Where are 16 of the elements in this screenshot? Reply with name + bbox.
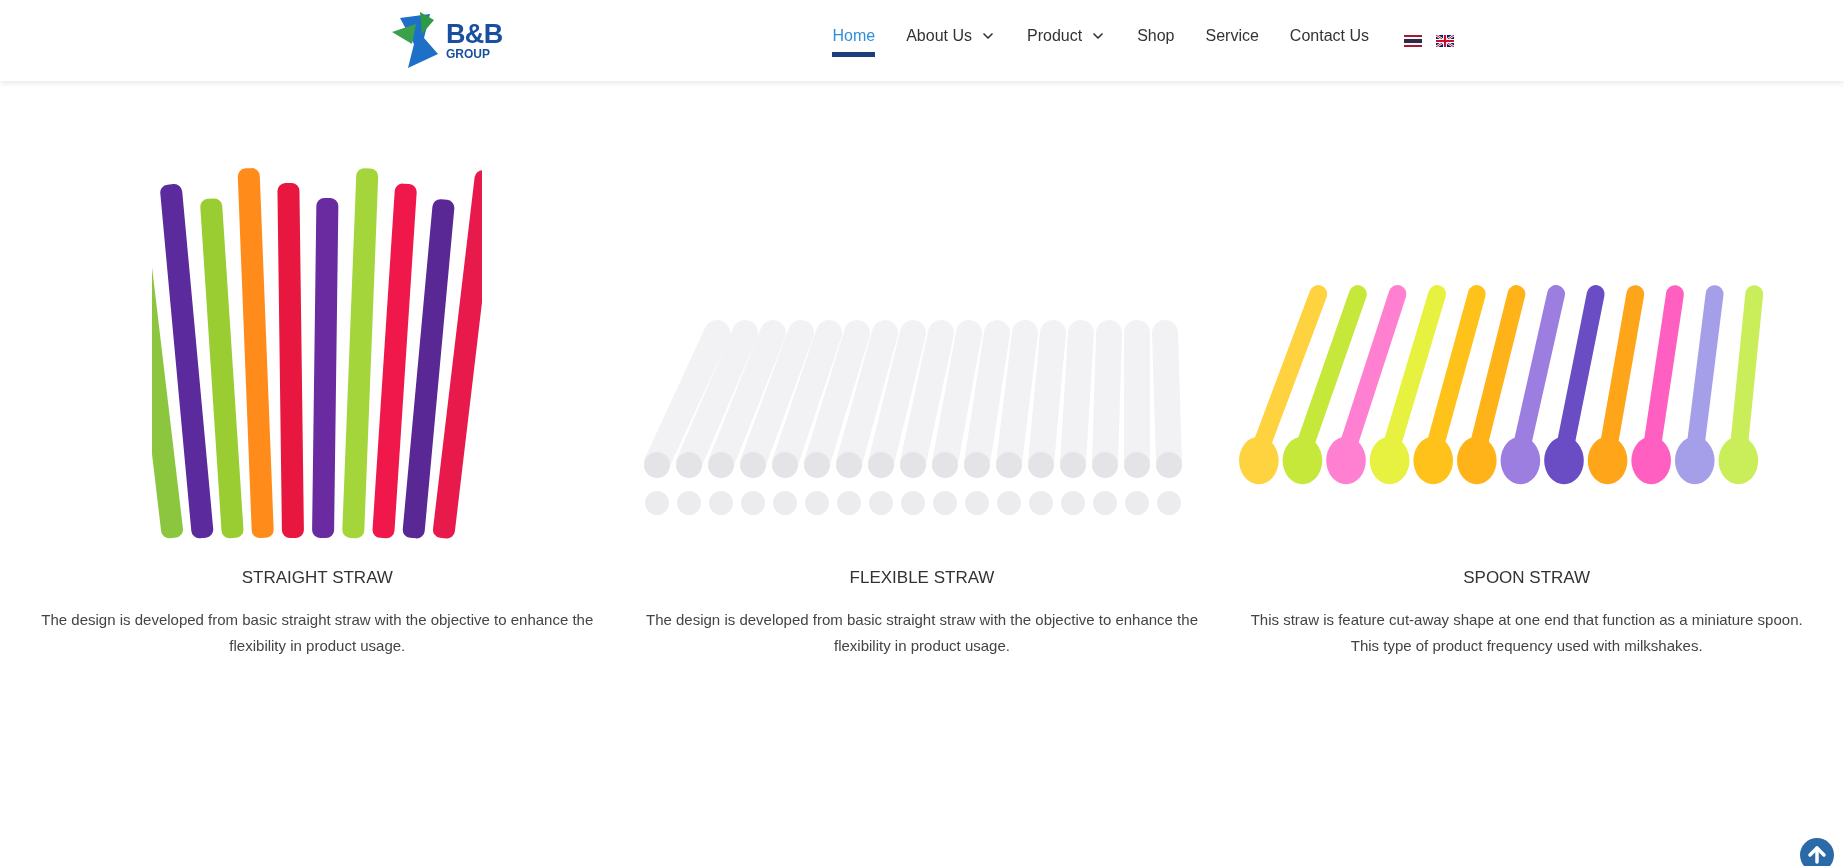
logo-title: B&B	[446, 21, 503, 48]
product-title: STRAIGHT STRAW	[241, 567, 393, 589]
product-description: The design is developed from basic straight straw with the objective to enhance the flexibility in product usage.	[645, 609, 1199, 656]
logo-subtitle: GROUP	[446, 48, 491, 60]
product-title: SPOON STRAW	[1463, 567, 1591, 589]
nav-link[interactable]: Contact Us	[1289, 24, 1369, 57]
product-title: FLEXIBLE STRAW	[849, 567, 995, 589]
product-description: The design is developed from basic straight straw with the objective to enhance the flexibility in product usage.	[40, 609, 595, 656]
uk-flag-icon[interactable]	[1436, 34, 1454, 47]
scroll-to-top-button[interactable]	[1800, 838, 1834, 866]
nav-link[interactable]: Service	[1205, 24, 1259, 57]
thai-flag-icon[interactable]	[1404, 34, 1422, 47]
product-description: This straw is feature cut-away shape at one end that function as a miniature spoon. This type of product frequency used with milkshakes.	[1249, 609, 1804, 656]
nav-link[interactable]: Shop	[1137, 24, 1175, 57]
nav-link[interactable]: Product	[1027, 24, 1107, 57]
nav-link[interactable]: About Us	[906, 24, 996, 57]
